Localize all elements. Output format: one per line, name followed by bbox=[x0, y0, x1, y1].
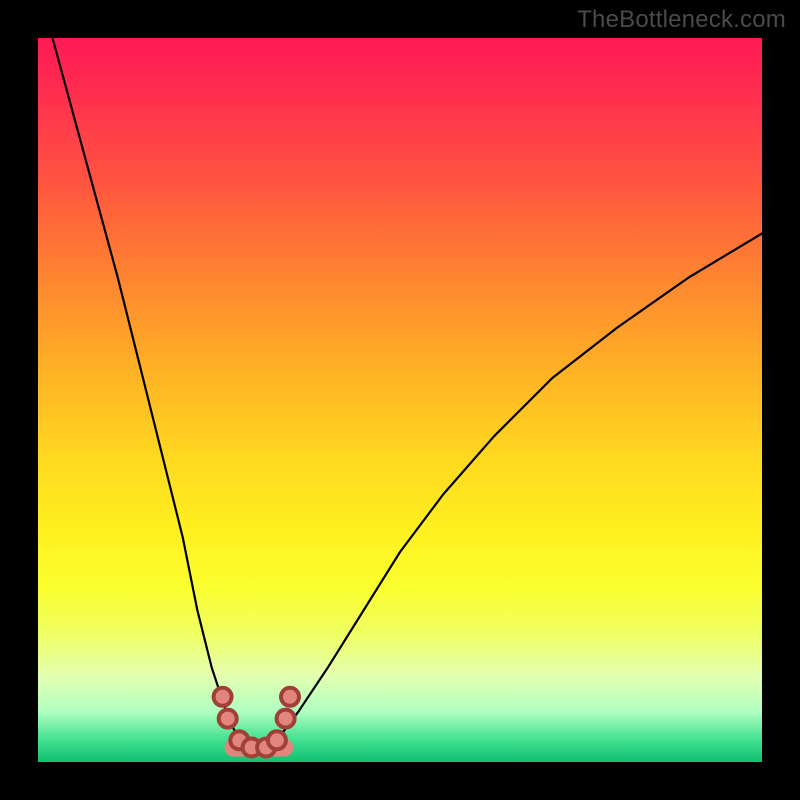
plot-area bbox=[38, 38, 762, 762]
watermark-label: TheBottleneck.com bbox=[577, 6, 786, 34]
data-point-valley-4 bbox=[268, 731, 286, 749]
curve-layer bbox=[38, 38, 762, 762]
data-point-left-upper bbox=[214, 688, 232, 706]
data-point-right-upper bbox=[281, 688, 299, 706]
chart-container: TheBottleneck.com bbox=[0, 0, 800, 800]
bottleneck-curve bbox=[53, 38, 763, 748]
data-point-left-lower bbox=[219, 710, 237, 728]
data-point-right-lower bbox=[277, 710, 295, 728]
